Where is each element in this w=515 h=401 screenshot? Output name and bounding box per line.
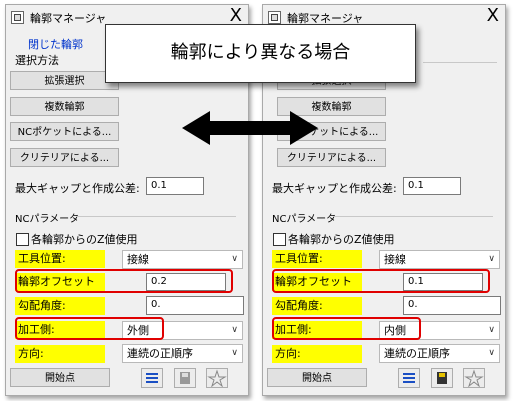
tool-position-value: 接線 — [127, 253, 149, 266]
tool-position-label: 工具位置: — [272, 250, 362, 268]
direction-value: 連続の正順序 — [384, 347, 450, 360]
side-highlight-frame — [15, 317, 164, 340]
nc-params-label: NCパラメータ — [272, 214, 337, 225]
direction-label: 方向: — [15, 345, 105, 363]
tool-position-select[interactable]: 接線 ∨ — [379, 250, 500, 269]
slope-angle-label: 勾配角度: — [15, 297, 105, 315]
chevron-down-icon: ∨ — [231, 348, 238, 358]
side-highlight-frame — [272, 317, 421, 340]
z-value-checkbox-label: 各輪郭からのZ値使用 — [31, 233, 138, 246]
max-gap-label: 最大ギャップと作成公差: — [15, 182, 140, 195]
offset-highlight-frame — [15, 269, 233, 293]
slope-angle-input[interactable]: 0. — [403, 296, 501, 315]
star-icon — [207, 369, 227, 388]
close-icon[interactable]: X — [487, 6, 499, 26]
criteria-button[interactable]: クリテリアによる... — [10, 148, 119, 167]
offset-highlight-frame — [272, 269, 490, 293]
app-icon — [11, 11, 24, 24]
chevron-down-icon: ∨ — [488, 254, 495, 264]
chevron-down-icon: ∨ — [488, 348, 495, 358]
nc-params-divider — [333, 216, 493, 217]
nc-pocket-button[interactable]: NCポケットによる... — [10, 122, 119, 141]
save-icon-button[interactable] — [431, 368, 453, 388]
save-icon — [437, 372, 447, 384]
z-value-checkbox[interactable] — [16, 233, 29, 246]
save-icon — [180, 372, 190, 384]
list-icon — [146, 373, 158, 383]
extended-select-button[interactable]: 拡張選択 — [10, 71, 119, 90]
tool-position-label: 工具位置: — [15, 250, 105, 268]
closed-contour-link[interactable]: 閉じた輪郭 — [28, 36, 83, 52]
start-point-button[interactable]: 開始点 — [267, 368, 367, 387]
chevron-down-icon: ∨ — [231, 254, 238, 264]
nc-params-divider — [76, 216, 236, 217]
callout-box: 輪郭により異なる場合 — [105, 24, 416, 83]
criteria-button[interactable]: クリテリアによる... — [277, 148, 386, 167]
list-icon-button[interactable] — [141, 368, 163, 388]
star-icon-button[interactable] — [463, 368, 485, 388]
chevron-down-icon: ∨ — [488, 325, 495, 335]
star-icon-button[interactable] — [206, 368, 228, 388]
tool-position-value: 接線 — [384, 253, 406, 266]
direction-label: 方向: — [272, 345, 362, 363]
max-gap-input[interactable]: 0.1 — [146, 177, 204, 195]
nc-params-label: NCパラメータ — [15, 214, 80, 225]
direction-select[interactable]: 連続の正順序 ∨ — [379, 344, 500, 363]
z-value-checkbox[interactable] — [273, 233, 286, 246]
list-icon-button[interactable] — [398, 368, 420, 388]
direction-select[interactable]: 連続の正順序 ∨ — [122, 344, 243, 363]
max-gap-label: 最大ギャップと作成公差: — [272, 182, 397, 195]
select-divider — [423, 62, 497, 63]
app-icon — [268, 11, 281, 24]
list-icon — [403, 373, 415, 383]
slope-angle-label: 勾配角度: — [272, 297, 362, 315]
select-method-label: 選択方法 — [15, 54, 59, 67]
direction-value: 連続の正順序 — [127, 347, 193, 360]
close-icon[interactable]: X — [230, 6, 242, 26]
max-gap-input[interactable]: 0.1 — [403, 177, 461, 195]
star-icon — [464, 369, 484, 388]
multi-contour-button[interactable]: 複数輪郭 — [10, 97, 119, 116]
z-value-checkbox-label: 各輪郭からのZ値使用 — [288, 233, 395, 246]
slope-angle-input[interactable]: 0. — [146, 296, 244, 315]
double-arrow-icon — [182, 111, 318, 145]
chevron-down-icon: ∨ — [231, 325, 238, 335]
save-icon-button[interactable] — [174, 368, 196, 388]
start-point-button[interactable]: 開始点 — [10, 368, 110, 387]
left-title: 輪郭マネージャ — [30, 12, 107, 25]
tool-position-select[interactable]: 接線 ∨ — [122, 250, 243, 269]
